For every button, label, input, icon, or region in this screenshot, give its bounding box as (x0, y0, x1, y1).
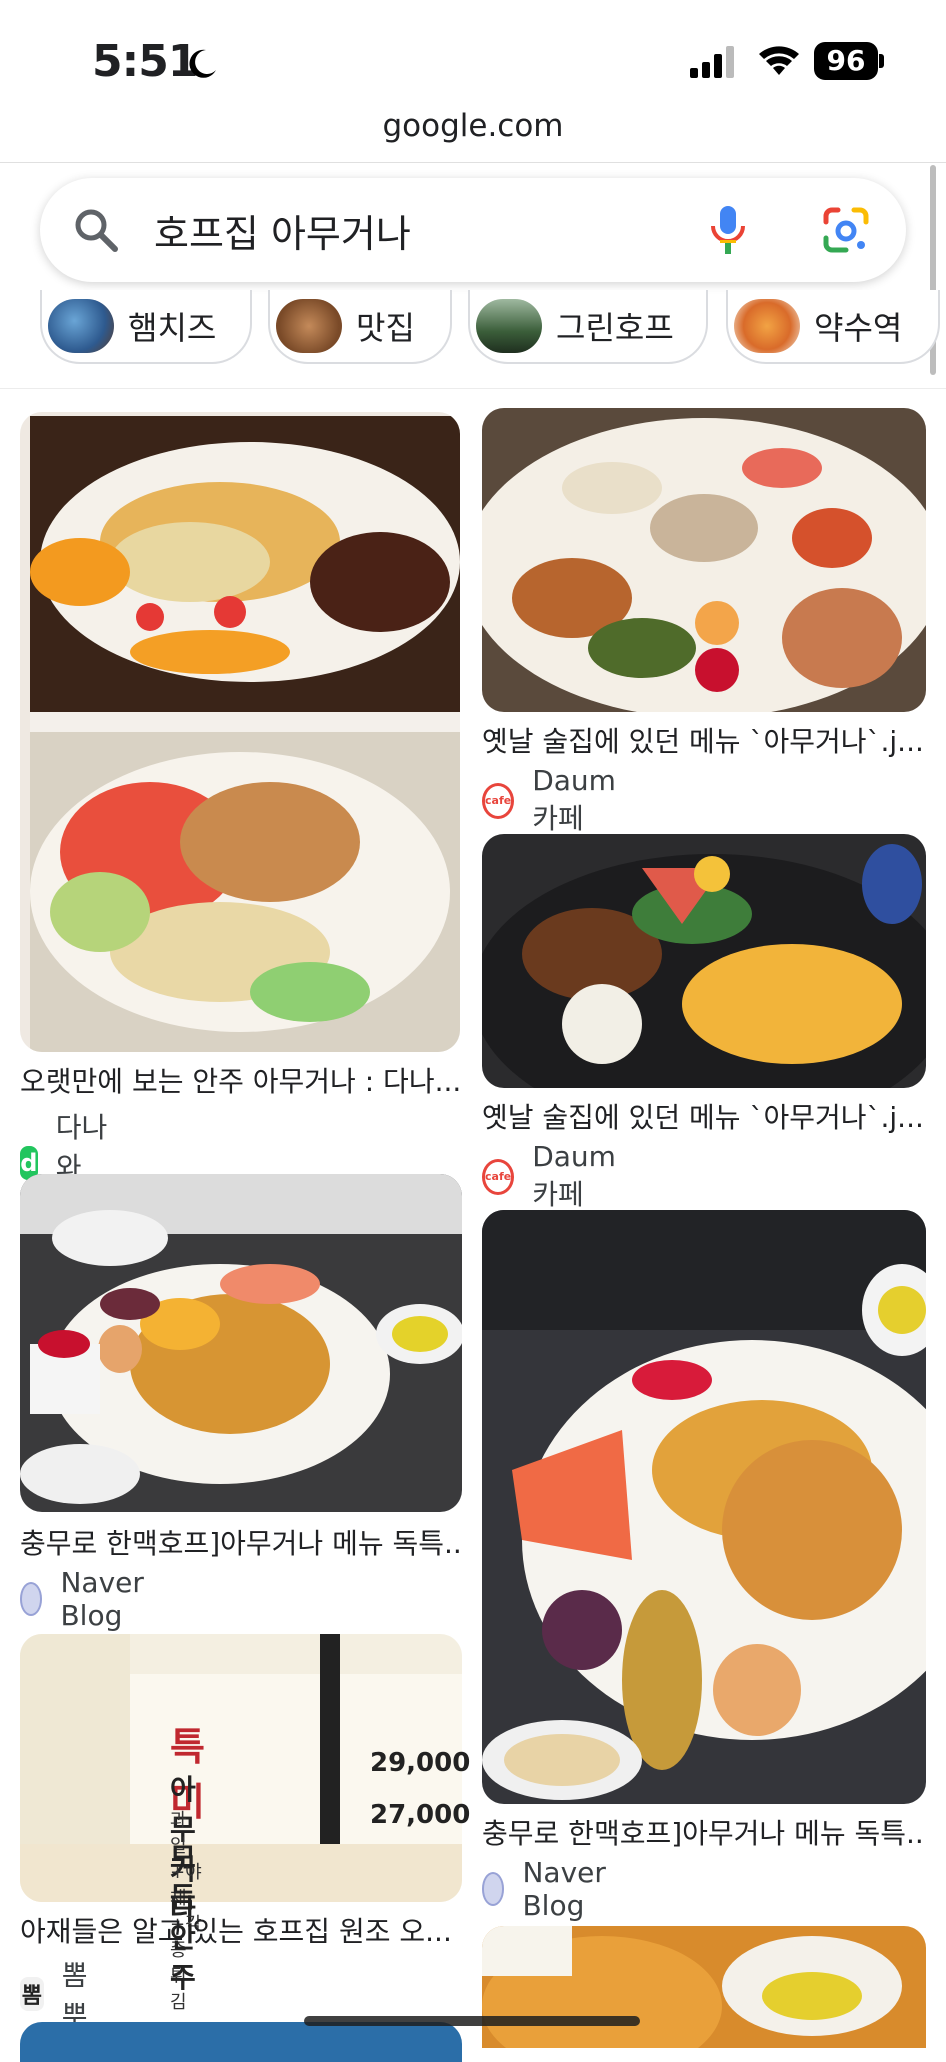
chip-label: 그린호프 (556, 309, 674, 347)
chip-yaksu-station[interactable]: 약수역 (726, 290, 940, 364)
address-bar-url[interactable]: google.com (0, 108, 946, 144)
microphone-icon[interactable] (708, 204, 748, 256)
result-image[interactable] (20, 1174, 462, 1512)
naver-blog-favicon-icon (20, 1582, 43, 1616)
menu-item-price: 27,000 (370, 1800, 471, 1830)
ppomppu-favicon-icon: 뽐 (20, 1977, 44, 2011)
result-source-label: Daum 카페 (532, 1140, 616, 1211)
search-box[interactable]: 호프집 아무거나 (40, 178, 906, 282)
chip-thumbnail (734, 299, 800, 353)
result-caption[interactable]: 옛날 술집에 있던 메뉴 `아무거나`.j... (482, 720, 926, 760)
chip-thumbnail (276, 299, 342, 353)
search-icon[interactable] (72, 206, 120, 254)
divider (0, 388, 946, 389)
battery-tip (879, 54, 884, 68)
suggestion-chips: 햄치즈 맛집 그린호프 약수역 (0, 290, 946, 370)
home-indicator[interactable] (304, 2016, 640, 2026)
result-caption[interactable]: 오랫만에 보는 안주 아무거나 : 다나... (20, 1060, 460, 1100)
chip-thumbnail (48, 299, 114, 353)
cellular-signal-icon (690, 46, 734, 78)
result-image[interactable] (20, 412, 460, 1052)
chip-label: 약수역 (814, 309, 903, 347)
result-source-label: Naver Blog (60, 1566, 144, 1632)
chip-restaurant[interactable]: 맛집 (268, 290, 452, 364)
result-source-label: Daum 카페 (532, 764, 616, 835)
result-source-label: Naver Blog (522, 1856, 606, 1922)
menu-item-price: 29,000 (370, 1748, 471, 1778)
battery-indicator: 96 (814, 42, 878, 80)
result-caption[interactable]: 아재들은 알고 있는 호프집 원조 오... (20, 1910, 462, 1950)
chip-thumbnail (476, 299, 542, 353)
result-image[interactable] (20, 2022, 462, 2062)
wifi-icon (759, 46, 799, 75)
search-input[interactable]: 호프집 아무거나 (154, 203, 411, 258)
moon-icon (189, 49, 216, 78)
status-bar: 5:51 96 (0, 0, 946, 120)
result-source[interactable]: Naver Blog (20, 1566, 155, 1632)
result-caption[interactable]: 충무로 한맥호프]아무거나 메뉴 독특... (482, 1812, 926, 1852)
result-source[interactable]: cafe Daum 카페 (482, 764, 620, 837)
result-source[interactable]: cafe Daum 카페 (482, 1140, 620, 1213)
result-image[interactable] (482, 408, 926, 712)
result-caption[interactable]: 충무로 한맥호프]아무거나 메뉴 독특... (20, 1522, 462, 1562)
status-time: 5:51 (92, 36, 198, 87)
divider (0, 162, 946, 163)
result-source[interactable]: Naver Blog (482, 1856, 617, 1922)
daum-cafe-favicon-icon: cafe (482, 782, 515, 819)
result-image[interactable] (482, 1926, 926, 2048)
daum-cafe-favicon-icon: cafe (482, 1158, 515, 1195)
naver-blog-favicon-icon (482, 1872, 505, 1906)
result-image[interactable] (482, 1210, 926, 1804)
chip-green-hof[interactable]: 그린호프 (468, 290, 708, 364)
result-caption[interactable]: 옛날 술집에 있던 메뉴 `아무거나`.j... (482, 1096, 926, 1136)
chip-label: 맛집 (356, 309, 415, 347)
google-lens-icon[interactable] (822, 206, 870, 254)
result-image[interactable] (482, 834, 926, 1088)
chip-label: 햄치즈 (128, 309, 217, 347)
chip-ham-cheese[interactable]: 햄치즈 (40, 290, 252, 364)
